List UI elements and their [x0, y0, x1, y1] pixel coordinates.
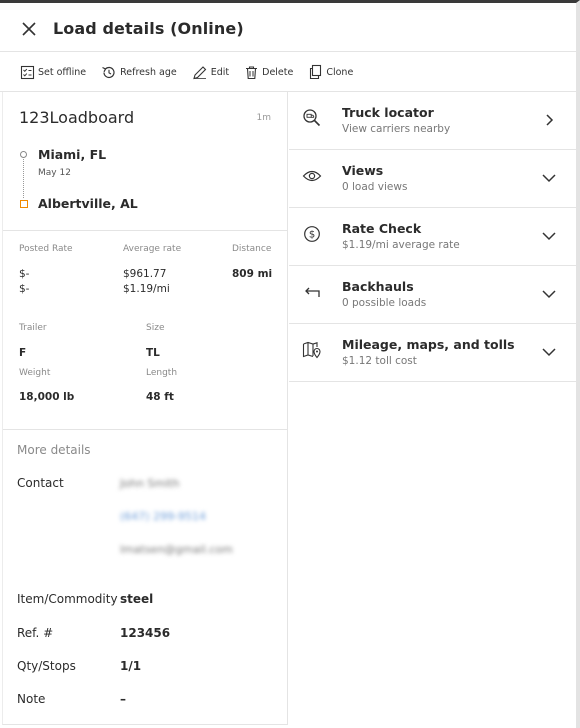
clone-label: Clone — [326, 66, 354, 78]
more-details-title: More details — [17, 443, 91, 457]
weight-value: 18,000 lb — [19, 391, 75, 403]
panel-title: Rate Check — [342, 221, 422, 236]
length-label: Length — [146, 368, 178, 378]
note-value: – — [120, 692, 126, 706]
chevron-down-icon — [540, 169, 558, 187]
trailer-label: Trailer — [19, 323, 47, 333]
posted-rate-per-mile: $- — [19, 283, 30, 295]
panel-subtitle: $1.19/mi average rate — [342, 239, 460, 251]
pencil-icon — [192, 65, 206, 79]
svg-text:$: $ — [309, 230, 315, 241]
backhauls-row[interactable]: Backhauls 0 possible loads — [289, 266, 576, 324]
chevron-right-icon — [540, 111, 558, 129]
panel-subtitle: 0 load views — [342, 181, 408, 193]
length-value: 48 ft — [146, 391, 174, 403]
delete-label: Delete — [262, 66, 294, 78]
load-tools-panel: Truck locator View carriers nearby Views… — [289, 92, 576, 382]
refresh-age-button[interactable]: Refresh age — [101, 65, 177, 80]
copy-icon — [310, 64, 322, 80]
commodity-value: steel — [120, 592, 154, 606]
panel-subtitle: $1.12 toll cost — [342, 355, 417, 367]
mileage-maps-tolls-row[interactable]: Mileage, maps, and tolls $1.12 toll cost — [289, 324, 576, 382]
load-summary-panel: 123Loadboard 1m Miami, FL May 12 Albertv… — [2, 92, 288, 725]
chevron-down-icon — [540, 227, 558, 245]
contact-email: lmatsen@gmail.com — [120, 543, 233, 556]
average-rate-label: Average rate — [123, 244, 182, 254]
load-details-window: Load details (Online) Set offline Refres… — [0, 0, 580, 728]
commodity-label: Item/Commodity — [17, 592, 118, 606]
qty-stops-value: 1/1 — [120, 659, 142, 673]
distance-label: Distance — [232, 244, 272, 254]
size-label: Size — [146, 323, 165, 333]
divider — [3, 230, 288, 231]
trash-icon — [246, 65, 258, 79]
ref-value: 123456 — [120, 626, 171, 640]
panel-title: Views — [342, 163, 384, 178]
refresh-age-label: Refresh age — [120, 66, 177, 78]
size-value: TL — [146, 347, 160, 359]
destination-marker-icon — [20, 200, 28, 208]
load-age: 1m — [256, 113, 272, 123]
rate-check-row[interactable]: $ Rate Check $1.19/mi average rate — [289, 208, 576, 266]
posted-rate-label: Posted Rate — [19, 244, 73, 254]
contact-label: Contact — [17, 476, 64, 490]
views-row[interactable]: Views 0 load views — [289, 150, 576, 208]
history-icon — [102, 66, 115, 78]
route-line — [23, 157, 24, 198]
set-offline-label: Set offline — [38, 66, 87, 78]
average-rate-total: $961.77 — [123, 268, 167, 280]
qty-stops-label: Qty/Stops — [17, 659, 76, 673]
posted-rate-total: $- — [19, 268, 30, 280]
return-arrow-icon — [301, 281, 323, 303]
truck-locator-row[interactable]: Truck locator View carriers nearby — [289, 92, 576, 150]
origin-marker-icon — [20, 151, 27, 158]
origin-city: Miami, FL — [38, 147, 107, 162]
edit-button[interactable]: Edit — [192, 65, 229, 80]
panel-title: Backhauls — [342, 279, 414, 294]
checklist-icon — [20, 65, 35, 79]
truck-search-icon — [301, 107, 323, 129]
origin-date: May 12 — [38, 168, 71, 178]
panel-subtitle: 0 possible loads — [342, 297, 427, 309]
weight-label: Weight — [19, 368, 51, 378]
average-rate-per-mile: $1.19/mi — [123, 283, 170, 295]
divider — [3, 429, 288, 430]
contact-name: John Smith — [120, 477, 180, 490]
map-pin-icon — [301, 339, 323, 361]
dollar-circle-icon: $ — [301, 223, 323, 245]
destination-city: Albertville, AL — [38, 196, 138, 211]
ref-label: Ref. # — [17, 626, 54, 640]
panel-subtitle: View carriers nearby — [342, 123, 451, 135]
trailer-value: F — [19, 347, 27, 359]
edit-label: Edit — [210, 66, 230, 78]
panel-title: Truck locator — [342, 105, 434, 120]
chevron-down-icon — [540, 285, 558, 303]
eye-icon — [301, 165, 323, 187]
panel-title: Mileage, maps, and tolls — [342, 337, 515, 352]
note-label: Note — [17, 692, 46, 706]
contact-phone-link[interactable]: (647) 299-9514 — [120, 510, 206, 523]
toolbar: Set offline Refresh age Edit Delete Clon… — [0, 53, 576, 92]
chevron-down-icon — [540, 343, 558, 361]
close-icon[interactable] — [18, 18, 40, 40]
distance-value: 809 mi — [232, 268, 273, 280]
header: Load details (Online) — [0, 6, 576, 52]
loadboard-name: 123Loadboard — [19, 108, 135, 127]
clone-button[interactable]: Clone — [308, 64, 353, 80]
set-offline-button[interactable]: Set offline — [20, 65, 86, 80]
page-title: Load details (Online) — [53, 19, 244, 38]
delete-button[interactable]: Delete — [244, 65, 293, 80]
